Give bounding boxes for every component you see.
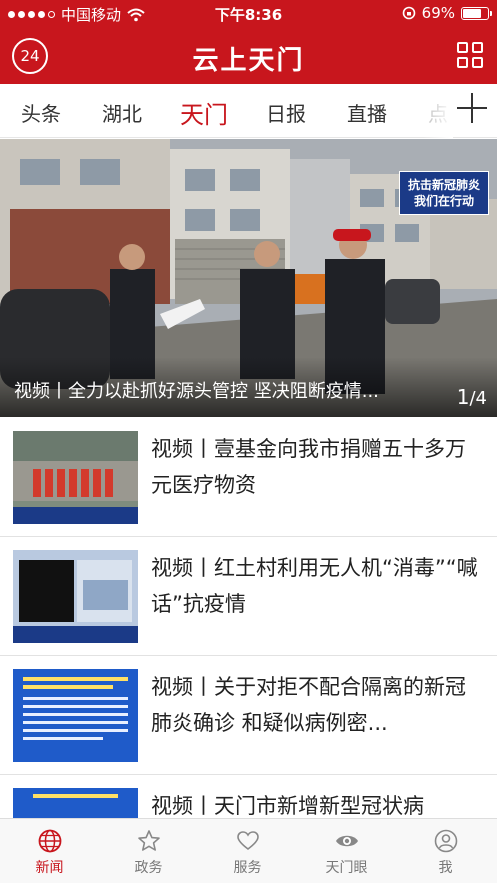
hero-index-current: 1 (456, 385, 470, 409)
list-item[interactable]: 视频丨壹基金向我市捐赠五十多万元医疗物资 (0, 418, 497, 537)
nav-me-label: 我 (438, 860, 453, 876)
hero-page-indicator: 1/4 (456, 385, 487, 409)
tab-ribao[interactable]: 日报 (266, 98, 306, 127)
add-channel-icon[interactable] (457, 93, 487, 123)
star-icon (138, 830, 160, 851)
grid-menu-icon[interactable] (457, 42, 485, 70)
tabs-fade (423, 84, 453, 138)
nav-government-label: 政务 (134, 860, 163, 876)
hero-overlay-tag: 抗击新冠肺炎 我们在行动 (398, 171, 489, 215)
app-header: 24 云上天门 (0, 28, 497, 84)
top-bar: 中国移动 下午8:36 69% 24 云上天门 (0, 0, 497, 84)
app-title: 云上天门 (192, 46, 305, 76)
news-title: 视频丨关于对拒不配合隔离的新冠肺炎确诊 和疑似病例密... (151, 675, 466, 735)
list-item[interactable]: 视频丨天门市新增新型冠状病 (0, 775, 497, 819)
globe-icon (38, 829, 62, 853)
news-thumbnail (13, 669, 138, 762)
hero-caption[interactable]: 视频丨全力以赴抓好源头管控 坚决阻断疫情... (14, 377, 434, 403)
hero-index-total: 4 (475, 388, 487, 409)
tab-tianmen[interactable]: 天门 (180, 95, 228, 130)
nav-service[interactable]: 服务 (198, 819, 297, 883)
eye-icon (336, 835, 358, 847)
news-title: 视频丨壹基金向我市捐赠五十多万元医疗物资 (151, 437, 466, 497)
news-thumbnail (13, 550, 138, 643)
nav-tianmen-eye[interactable]: 天门眼 (297, 819, 396, 883)
tab-hubei[interactable]: 湖北 (102, 98, 142, 127)
nav-news-label: 新闻 (35, 860, 64, 876)
bottom-nav: 新闻 政务 服务 天门眼 我 (0, 818, 497, 883)
news-thumbnail (13, 431, 138, 524)
tab-toutiao[interactable]: 头条 (21, 98, 61, 127)
nav-news[interactable]: 新闻 (0, 819, 99, 883)
nav-service-label: 服务 (233, 860, 262, 876)
news-thumbnail (13, 788, 138, 819)
hero-tag-line2: 我们在行动 (413, 194, 474, 208)
heart-icon (237, 831, 259, 851)
hero-tag-line1: 抗击新冠肺炎 (407, 178, 480, 192)
tab-live[interactable]: 直播 (347, 98, 387, 127)
rotation-lock-icon (402, 6, 415, 20)
hero-carousel[interactable]: 抗击新冠肺炎 我们在行动 视频丨全力以赴抓好源头管控 坚决阻断疫情... 1/4 (0, 139, 497, 417)
status-bar: 中国移动 下午8:36 69% (0, 0, 497, 28)
list-item[interactable]: 视频丨红土村利用无人机“消毒”“喊话”抗疫情 (0, 537, 497, 656)
news-title: 视频丨红土村利用无人机“消毒”“喊话”抗疫情 (151, 556, 478, 616)
channel-tabs: 头条 湖北 天门 日报 直播 点 (0, 84, 497, 138)
nav-government[interactable]: 政务 (99, 819, 198, 883)
battery-percent: 69% (421, 4, 455, 22)
user-icon (434, 829, 458, 853)
nav-me[interactable]: 我 (396, 819, 495, 883)
battery-icon (461, 6, 492, 20)
nav-tianmen-eye-label: 天门眼 (325, 860, 368, 876)
list-item[interactable]: 视频丨关于对拒不配合隔离的新冠肺炎确诊 和疑似病例密... (0, 656, 497, 775)
status-right: 69% (402, 4, 492, 22)
